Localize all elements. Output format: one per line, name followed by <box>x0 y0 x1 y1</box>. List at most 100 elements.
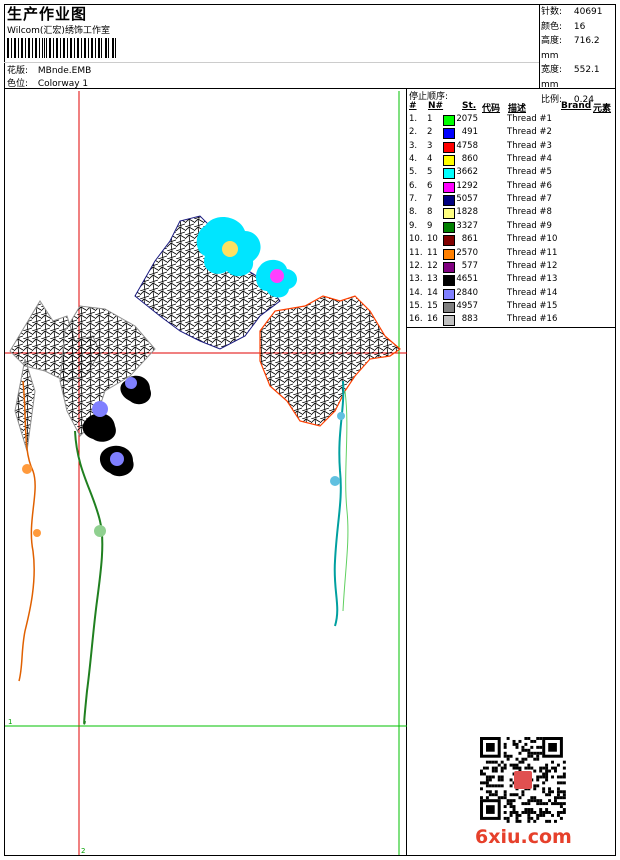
qr-logo <box>514 771 532 789</box>
qr-module <box>533 739 537 743</box>
sequence-row: 6. 6 1292 Thread #6 <box>408 181 608 194</box>
qr-module <box>536 757 540 761</box>
row-stitches: 577 <box>461 260 478 271</box>
qr-module <box>524 766 528 770</box>
qr-module <box>500 769 504 773</box>
qr-module <box>500 778 504 782</box>
qr-module <box>485 778 489 782</box>
qr-module <box>521 793 525 797</box>
sequence-row: 11. 11 2570 Thread #11 <box>408 248 608 261</box>
qr-module <box>556 790 560 794</box>
qr-module <box>545 766 549 770</box>
row-stitches: 2075 <box>456 114 478 124</box>
qr-module <box>545 819 549 823</box>
row-needle: 16 <box>427 314 438 325</box>
qr-module <box>530 745 534 749</box>
qr-module <box>556 802 560 806</box>
row-stitches: 3662 <box>456 167 478 178</box>
qr-module <box>488 760 492 764</box>
qr-module <box>491 766 495 770</box>
qr-module <box>506 802 510 806</box>
qr-module <box>515 766 519 770</box>
qr-module <box>512 799 516 803</box>
qr-module <box>542 781 546 785</box>
qr-module <box>536 816 540 820</box>
row-number: 11. <box>409 247 423 258</box>
qr-module <box>556 796 560 800</box>
qr-module <box>503 751 507 755</box>
qr-module <box>497 796 501 800</box>
qr-module <box>518 813 522 817</box>
qr-module <box>545 808 549 811</box>
qr-module <box>539 751 543 755</box>
qr-module <box>518 766 522 770</box>
orange-blossom <box>22 464 32 474</box>
row-needle: 14 <box>427 287 438 298</box>
sequence-row: 16. 16 883 Thread #16 <box>408 314 608 327</box>
qr-module <box>551 790 554 794</box>
qr-module <box>485 781 489 785</box>
qr-module <box>539 808 543 811</box>
qr-module <box>488 784 492 788</box>
sequence-row: 3. 3 4758 Thread #3 <box>408 141 608 154</box>
qr-module <box>524 748 528 752</box>
sequence-row: 1. 1 2075 Thread #1 <box>408 114 608 127</box>
sequence-row: 13. 13 4651 Thread #13 <box>408 274 608 287</box>
stat-stitches: 针数: 40691 <box>541 5 620 20</box>
qr-module <box>527 811 531 814</box>
colorway-label: 色位: <box>7 79 29 89</box>
qr-module <box>491 760 495 764</box>
qr-module <box>527 763 531 767</box>
qr-module <box>503 766 507 770</box>
stat-value: 16 <box>573 21 586 32</box>
qr-module <box>556 813 560 817</box>
blue-blossom <box>337 412 345 420</box>
qr-module <box>524 742 528 746</box>
qr-module <box>556 763 560 767</box>
sequence-row: 15. 15 4957 Thread #15 <box>408 301 608 314</box>
qr-module <box>509 802 513 806</box>
qr-module <box>506 819 510 823</box>
stat-colors: 颜色: 16 <box>541 20 620 35</box>
qr-module <box>545 802 549 806</box>
barcode <box>7 38 119 58</box>
qr-module <box>509 784 513 788</box>
row-description: Thread #11 <box>507 247 558 258</box>
qr-module <box>488 778 492 782</box>
qr-module <box>485 796 489 800</box>
colorway-value: Colorway 1 <box>37 79 89 89</box>
qr-module <box>527 748 531 752</box>
row-number: 4. <box>409 154 418 165</box>
qr-module <box>512 808 516 811</box>
qr-module <box>503 790 507 794</box>
qr-module <box>509 763 513 767</box>
sequence-row: 8. 8 1828 Thread #8 <box>408 207 608 220</box>
qr-module <box>559 790 563 794</box>
qr-module <box>562 760 566 764</box>
qr-module <box>533 796 537 800</box>
qr-module <box>491 793 495 797</box>
qr-module <box>559 781 563 785</box>
row-description: Thread #9 <box>507 220 552 231</box>
row-number: 6. <box>409 180 418 191</box>
row-needle: 12 <box>427 260 438 271</box>
row-stitches: 4758 <box>456 140 478 151</box>
qr-module <box>554 819 557 823</box>
row-number: 2. <box>409 127 418 138</box>
qr-module <box>491 769 495 773</box>
qr-module <box>556 793 560 797</box>
qr-module <box>488 790 492 794</box>
qr-module <box>562 766 566 770</box>
qr-module <box>488 793 492 797</box>
guide-label-1: 1 <box>8 718 12 726</box>
qr-module <box>521 745 525 749</box>
qr-module <box>485 766 489 770</box>
qr-module <box>480 787 483 791</box>
qr-module <box>539 737 543 740</box>
qr-module <box>539 813 543 817</box>
qr-module <box>542 790 546 794</box>
row-needle: 4 <box>427 154 433 165</box>
qr-module <box>480 796 483 800</box>
qr-module <box>521 790 525 794</box>
qr-module <box>527 754 531 758</box>
